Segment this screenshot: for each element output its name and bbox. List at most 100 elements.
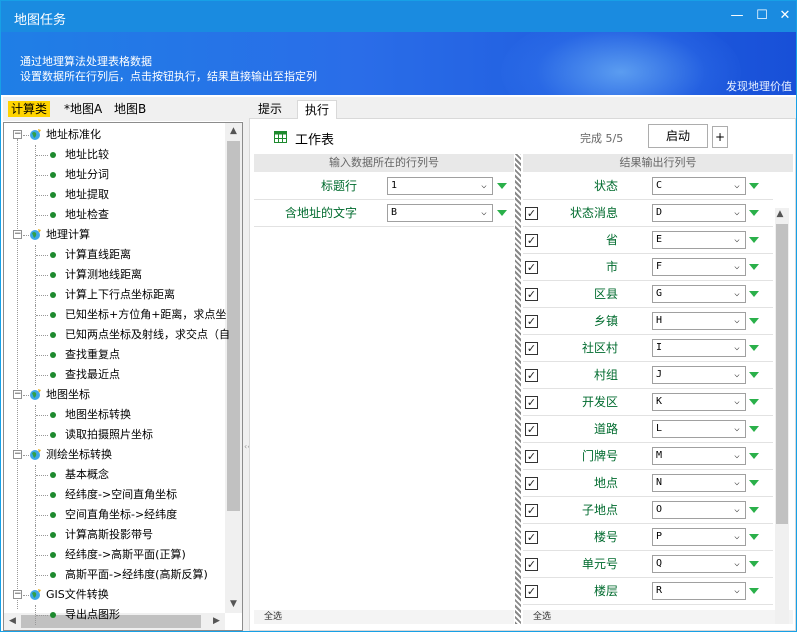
- tree-item[interactable]: 空间直角坐标->经纬度: [4, 505, 225, 525]
- chevron-down-icon[interactable]: ⌵: [730, 476, 744, 490]
- output-column-select[interactable]: R ⌵: [652, 582, 746, 600]
- tree-item[interactable]: 地址提取: [4, 185, 225, 205]
- tree-item[interactable]: 高斯平面->经纬度(高斯反算): [4, 565, 225, 585]
- output-enable-checkbox[interactable]: ✓: [525, 423, 538, 436]
- scroll-up-icon[interactable]: ▲: [225, 123, 242, 140]
- output-scroll-thumb[interactable]: [776, 224, 788, 524]
- output-column-select[interactable]: L ⌵: [652, 420, 746, 438]
- output-enable-checkbox[interactable]: ✓: [525, 288, 538, 301]
- fill-down-icon[interactable]: [749, 453, 759, 459]
- fill-down-icon[interactable]: [497, 210, 507, 216]
- input-column-select[interactable]: B ⌵: [387, 204, 493, 222]
- tree-item[interactable]: 经纬度->空间直角坐标: [4, 485, 225, 505]
- chevron-down-icon[interactable]: ⌵: [730, 449, 744, 463]
- output-column-select[interactable]: O ⌵: [652, 501, 746, 519]
- fill-down-icon[interactable]: [749, 534, 759, 540]
- output-column-select[interactable]: C ⌵: [652, 177, 746, 195]
- output-column-select[interactable]: F ⌵: [652, 258, 746, 276]
- fill-down-icon[interactable]: [749, 480, 759, 486]
- output-column-select[interactable]: H ⌵: [652, 312, 746, 330]
- chevron-down-icon[interactable]: ⌵: [730, 503, 744, 517]
- collapse-icon[interactable]: −: [13, 450, 22, 459]
- output-enable-checkbox[interactable]: ✓: [525, 234, 538, 247]
- chevron-down-icon[interactable]: ⌵: [730, 368, 744, 382]
- worksheet-label[interactable]: 工作表: [295, 129, 334, 148]
- tree-item[interactable]: 导出点图形: [4, 605, 225, 625]
- tab-hint[interactable]: 提示: [251, 100, 289, 119]
- output-column-select[interactable]: J ⌵: [652, 366, 746, 384]
- tree-vertical-scrollbar[interactable]: ▲ ▼: [225, 123, 242, 613]
- tree-group[interactable]: − 地理计算: [4, 225, 225, 245]
- output-enable-checkbox[interactable]: ✓: [525, 477, 538, 490]
- collapse-icon[interactable]: −: [13, 390, 22, 399]
- output-enable-checkbox[interactable]: ✓: [525, 207, 538, 220]
- chevron-down-icon[interactable]: ⌵: [477, 179, 491, 193]
- collapse-icon[interactable]: −: [13, 230, 22, 239]
- output-column-select[interactable]: E ⌵: [652, 231, 746, 249]
- add-button[interactable]: +: [712, 126, 728, 148]
- tree-item[interactable]: 计算直线距离: [4, 245, 225, 265]
- tree-item[interactable]: 经纬度->高斯平面(正算): [4, 545, 225, 565]
- fill-down-icon[interactable]: [749, 399, 759, 405]
- fill-down-icon[interactable]: [749, 237, 759, 243]
- tree-item[interactable]: 地址比较: [4, 145, 225, 165]
- fill-down-icon[interactable]: [749, 372, 759, 378]
- output-column-select[interactable]: D ⌵: [652, 204, 746, 222]
- chevron-down-icon[interactable]: ⌵: [730, 557, 744, 571]
- tree-group[interactable]: − 测绘坐标转换: [4, 445, 225, 465]
- tab-map-b[interactable]: 地图B: [111, 101, 149, 117]
- tree-item[interactable]: 计算高斯投影带号: [4, 525, 225, 545]
- chevron-down-icon[interactable]: ⌵: [477, 206, 491, 220]
- output-column-select[interactable]: I ⌵: [652, 339, 746, 357]
- output-column-select[interactable]: K ⌵: [652, 393, 746, 411]
- fill-down-icon[interactable]: [749, 588, 759, 594]
- tree-group[interactable]: − GIS文件转换: [4, 585, 225, 605]
- output-enable-checkbox[interactable]: ✓: [525, 369, 538, 382]
- output-enable-checkbox[interactable]: ✓: [525, 396, 538, 409]
- fill-down-icon[interactable]: [749, 183, 759, 189]
- chevron-down-icon[interactable]: ⌵: [730, 584, 744, 598]
- output-enable-checkbox[interactable]: ✓: [525, 531, 538, 544]
- fill-down-icon[interactable]: [749, 291, 759, 297]
- close-button[interactable]: ✕: [776, 7, 794, 25]
- tree-group[interactable]: − 地址标准化: [4, 125, 225, 145]
- fill-down-icon[interactable]: [497, 183, 507, 189]
- output-enable-checkbox[interactable]: ✓: [525, 261, 538, 274]
- output-enable-checkbox[interactable]: ✓: [525, 342, 538, 355]
- output-enable-checkbox[interactable]: ✓: [525, 450, 538, 463]
- tree-group[interactable]: − 地图坐标: [4, 385, 225, 405]
- maximize-button[interactable]: ☐: [753, 7, 771, 25]
- minimize-button[interactable]: —: [728, 7, 746, 25]
- tab-calc[interactable]: 计算类: [8, 101, 51, 117]
- tree-item[interactable]: 计算上下行点坐标距离: [4, 285, 225, 305]
- tree-item[interactable]: 地图坐标转换: [4, 405, 225, 425]
- scroll-up-icon[interactable]: ▲: [773, 206, 787, 223]
- chevron-down-icon[interactable]: ⌵: [730, 206, 744, 220]
- fill-down-icon[interactable]: [749, 264, 759, 270]
- chevron-down-icon[interactable]: ⌵: [730, 314, 744, 328]
- start-button[interactable]: 启动: [648, 124, 708, 148]
- output-enable-checkbox[interactable]: ✓: [525, 315, 538, 328]
- tree-item[interactable]: 基本概念: [4, 465, 225, 485]
- output-enable-checkbox[interactable]: ✓: [525, 585, 538, 598]
- output-column-select[interactable]: M ⌵: [652, 447, 746, 465]
- fill-down-icon[interactable]: [749, 426, 759, 432]
- output-column-select[interactable]: N ⌵: [652, 474, 746, 492]
- scroll-down-icon[interactable]: ▼: [225, 596, 242, 613]
- chevron-down-icon[interactable]: ⌵: [730, 287, 744, 301]
- tree-item[interactable]: 已知坐标+方位角+距离，求点坐: [4, 305, 226, 325]
- tree-item[interactable]: 地址检查: [4, 205, 225, 225]
- chevron-down-icon[interactable]: ⌵: [730, 179, 744, 193]
- fill-down-icon[interactable]: [749, 318, 759, 324]
- tree-item[interactable]: 地址分词: [4, 165, 225, 185]
- tab-map-a[interactable]: *地图A: [61, 101, 105, 117]
- output-grid-scrollbar[interactable]: ▲ ▼: [775, 208, 789, 624]
- chevron-down-icon[interactable]: ⌵: [730, 422, 744, 436]
- input-select-all[interactable]: 全选: [254, 610, 514, 624]
- output-column-select[interactable]: P ⌵: [652, 528, 746, 546]
- tree-item[interactable]: 计算测地线距离: [4, 265, 225, 285]
- fill-down-icon[interactable]: [749, 210, 759, 216]
- fill-down-icon[interactable]: [749, 345, 759, 351]
- output-column-select[interactable]: G ⌵: [652, 285, 746, 303]
- tree-item[interactable]: 已知两点坐标及射线，求交点（自: [4, 325, 230, 345]
